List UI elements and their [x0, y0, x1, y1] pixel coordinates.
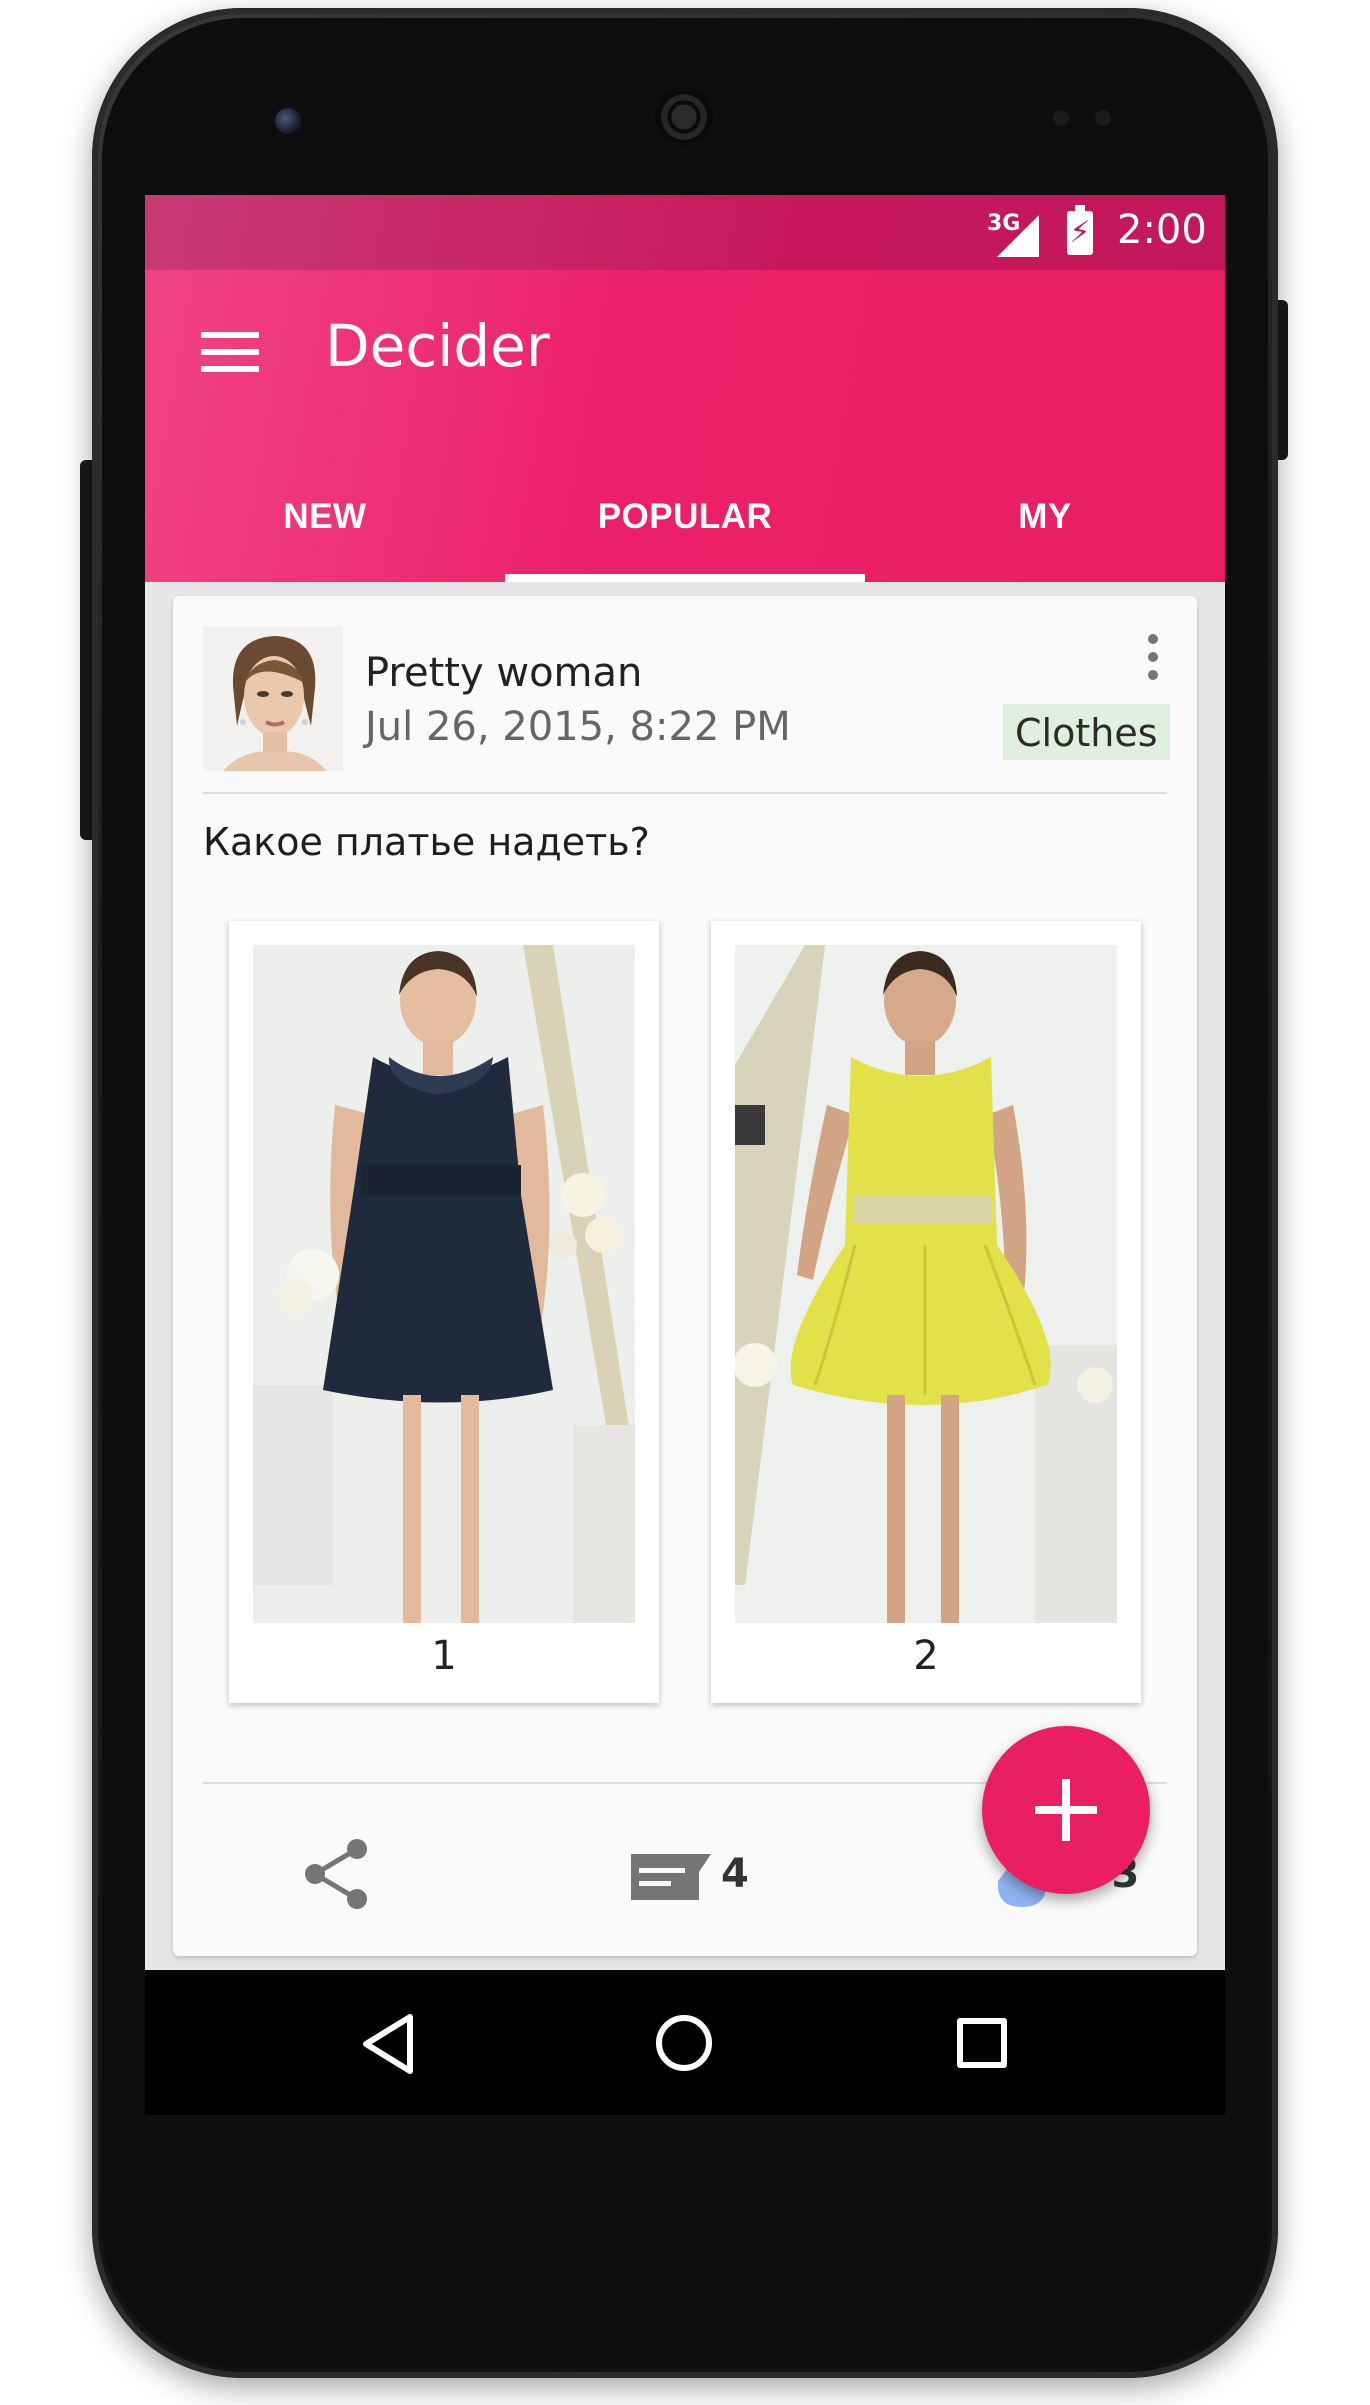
front-camera [275, 108, 301, 134]
tab-popular[interactable]: POPULAR [505, 484, 865, 582]
avatar[interactable] [203, 626, 343, 771]
navigation-bar [145, 1970, 1225, 2115]
charging-icon: ⚡ [1069, 215, 1091, 250]
comment-count: 4 [721, 1851, 749, 1897]
option-1-card[interactable]: 1 [229, 921, 659, 1703]
hamburger-icon[interactable] [201, 330, 259, 374]
post-date: Jul 26, 2015, 8:22 PM [365, 704, 791, 750]
post-author[interactable]: Pretty woman [365, 650, 642, 696]
status-bar: 3G ⚡ 2:00 [145, 195, 1225, 270]
recents-square-icon[interactable] [957, 2018, 1007, 2068]
earpiece-speaker [655, 88, 713, 146]
option-1-label: 1 [431, 1633, 457, 1679]
option-2-photo[interactable] [735, 945, 1117, 1623]
proximity-sensor [1053, 110, 1069, 126]
status-time: 2:00 [1117, 207, 1207, 253]
more-vert-icon[interactable] [1143, 632, 1163, 682]
app-bar: Decider NEW POPULAR MY [145, 270, 1225, 582]
app-title: Decider [325, 312, 550, 380]
category-tag[interactable]: Clothes [1003, 704, 1170, 760]
comment-icon[interactable] [631, 1854, 711, 1900]
tab-my[interactable]: MY [865, 484, 1225, 582]
tab-indicator [505, 574, 865, 582]
option-2-card[interactable]: 2 [711, 921, 1141, 1703]
option-1-photo[interactable] [253, 945, 635, 1623]
light-sensor [1095, 110, 1111, 126]
home-circle-icon[interactable] [656, 2015, 712, 2071]
post-question: Какое платье надеть? [203, 820, 650, 864]
add-post-button[interactable] [982, 1726, 1150, 1894]
tab-new[interactable]: NEW [145, 484, 505, 582]
share-icon[interactable] [301, 1837, 373, 1911]
tab-bar: NEW POPULAR MY [145, 484, 1225, 582]
divider [203, 792, 1167, 794]
signal-icon [997, 215, 1039, 257]
screen: 3G ⚡ 2:00 Decider NEW POPULAR MY Pretty … [145, 195, 1225, 2115]
option-2-label: 2 [913, 1633, 939, 1679]
back-triangle-icon[interactable] [360, 2013, 416, 2075]
